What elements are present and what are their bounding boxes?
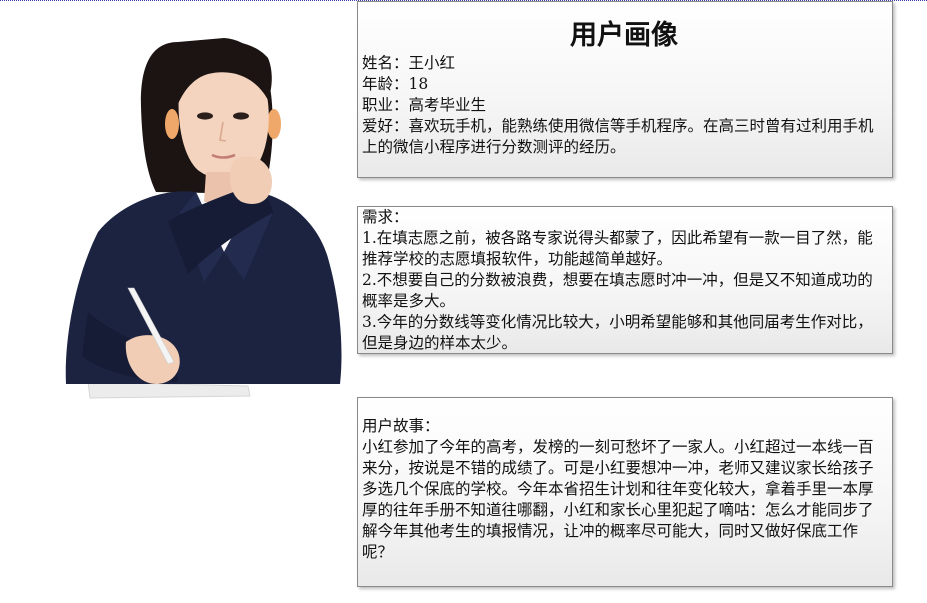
needs-card: 需求： 1.在填志愿之前，被各路专家说得头都蒙了，因此希望有一款一目了然，能推荐… xyxy=(357,206,893,354)
story-text: 小红参加了今年的高考，发榜的一刻可愁坏了一家人。小红超过一本线一百来分，按说是不… xyxy=(362,438,874,561)
name-row: 姓名：王小红 xyxy=(362,53,886,74)
hobby-value: 喜欢玩手机，能熟练使用微信等手机程序。在高三时曾有过利用手机上的微信小程序进行分… xyxy=(362,117,874,156)
age-label: 年龄： xyxy=(362,75,409,93)
name-value: 王小红 xyxy=(408,54,456,72)
job-row: 职业：高考毕业生 xyxy=(362,95,886,116)
need-item-3: 3.今年的分数线等变化情况比较大，小明希望能够和其他同届考生作对比，但是身边的样… xyxy=(362,313,873,352)
hobby-label: 爱好： xyxy=(362,117,409,135)
job-label: 职业： xyxy=(362,96,409,114)
story-heading: 用户故事： xyxy=(362,417,440,435)
age-value: 18 xyxy=(408,75,429,93)
need-item-2: 2.不想要自己的分数被浪费，想要在填志愿时冲一冲，但是又不知道成功的概率是多大。 xyxy=(362,271,873,310)
user-story-card: 用户故事： 小红参加了今年的高考，发榜的一刻可愁坏了一家人。小红超过一本线一百来… xyxy=(357,397,893,587)
persona-title: 用户画像 xyxy=(570,20,678,51)
hobby-row: 爱好：喜欢玩手机，能熟练使用微信等手机程序。在高三时曾有过利用手机上的微信小程序… xyxy=(362,116,886,158)
need-item-1: 1.在填志愿之前，被各路专家说得头都蒙了，因此希望有一款一目了然，能推荐学校的志… xyxy=(362,229,873,268)
persona-profile-card: 用户画像 姓名：王小红 年龄：18 职业：高考毕业生 爱好：喜欢玩手机，能熟练使… xyxy=(357,1,893,178)
name-label: 姓名： xyxy=(362,54,409,72)
needs-heading: 需求： xyxy=(362,208,409,226)
age-row: 年龄：18 xyxy=(362,74,886,95)
job-value: 高考毕业生 xyxy=(408,96,487,114)
persona-photo xyxy=(28,12,350,406)
